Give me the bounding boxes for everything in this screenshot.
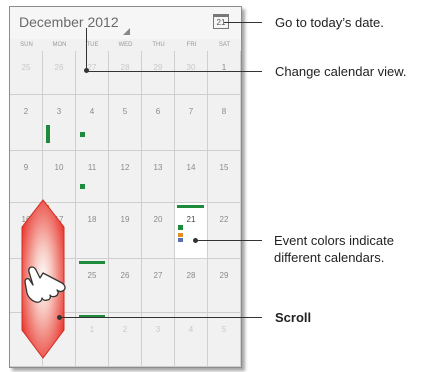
today-callout-text: Go to today’s date. bbox=[275, 15, 384, 30]
colors-callout-line bbox=[196, 240, 262, 241]
phone-screen: December 2012 21 SUN MON TUE WED THU FRI SAT 2… bbox=[9, 6, 242, 368]
view-callout-line-vertical bbox=[86, 28, 87, 71]
view-callout-line bbox=[86, 71, 262, 72]
colors-callout-text-2: different calendars. bbox=[274, 250, 385, 265]
colors-callout-text-1: Event colors indicate bbox=[274, 233, 394, 248]
scroll-callout-line bbox=[59, 317, 262, 318]
scroll-gesture-illustration bbox=[21, 199, 66, 359]
today-callout-line bbox=[224, 22, 262, 23]
view-callout-text: Change calendar view. bbox=[275, 64, 407, 79]
scroll-callout-text: Scroll bbox=[275, 310, 312, 325]
